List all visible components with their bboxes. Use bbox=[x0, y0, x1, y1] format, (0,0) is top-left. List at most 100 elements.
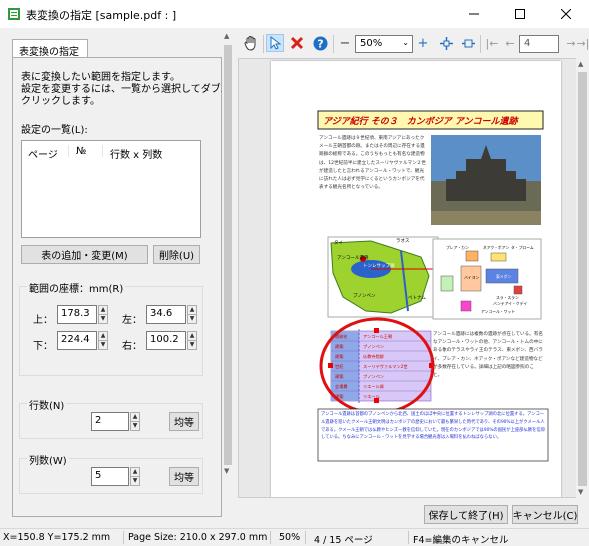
document-viewer[interactable]: アジア紀行 その３ カンボジア アンコール遺跡 アンコール遺跡は９世紀頃、東南ア… bbox=[238, 58, 577, 498]
down-arrow-icon[interactable]: ▼ bbox=[99, 315, 107, 324]
svg-text:トンレサップ湖: トンレサップ湖 bbox=[363, 262, 395, 269]
bottom-coord-spinner[interactable]: ▲ ▼ bbox=[98, 331, 108, 350]
select-tool-button[interactable] bbox=[266, 34, 284, 52]
pdf-page[interactable]: アジア紀行 その３ カンボジア アンコール遺跡 アンコール遺跡は９世紀頃、東南ア… bbox=[271, 61, 561, 497]
plus-icon: + bbox=[417, 35, 429, 51]
window-title: 表変換の指定 [sample.pdf : ] bbox=[26, 9, 177, 22]
bottom-label: 下： bbox=[33, 341, 53, 352]
left-panel-scrollbar[interactable]: ▲ ▼ bbox=[222, 30, 234, 475]
svg-text:バンテアイ・クデイ: バンテアイ・クデイ bbox=[493, 301, 527, 306]
close-button[interactable] bbox=[543, 0, 589, 28]
cols-input[interactable]: 5 bbox=[91, 467, 129, 486]
svg-text:バイヨン: バイヨン bbox=[464, 275, 479, 280]
fit-page-icon bbox=[439, 36, 453, 50]
column-header-number[interactable]: № bbox=[76, 146, 86, 157]
up-arrow-icon[interactable]: ▲ bbox=[131, 413, 139, 422]
prev-page-button[interactable]: ← bbox=[501, 34, 519, 52]
up-arrow-icon[interactable]: ▲ bbox=[188, 306, 196, 315]
svg-text:ネアク・ポアン: ネアク・ポアン bbox=[483, 245, 509, 250]
last-page-button[interactable]: →| bbox=[574, 34, 589, 52]
status-zoom: 50% bbox=[279, 532, 301, 543]
status-bar: X=150.8 Y=175.2 mm Page Size: 210.0 x 29… bbox=[0, 528, 589, 546]
last-page-icon: →| bbox=[576, 36, 589, 50]
zoom-out-button[interactable]: − bbox=[336, 34, 354, 52]
down-arrow-icon[interactable]: ▼ bbox=[99, 341, 107, 350]
cursor-arrow-icon bbox=[270, 36, 282, 50]
svg-text:建築: 建築 bbox=[335, 353, 344, 360]
svg-text:アンコール・ワット: アンコール・ワット bbox=[481, 309, 515, 314]
top-label: 上： bbox=[33, 315, 53, 326]
scroll-up-icon[interactable]: ▲ bbox=[224, 32, 232, 40]
down-arrow-icon[interactable]: ▼ bbox=[188, 341, 196, 350]
close-icon bbox=[561, 9, 571, 19]
help-button[interactable]: ? bbox=[311, 34, 329, 52]
first-page-button[interactable]: |← bbox=[483, 34, 501, 52]
cols-equalize-button[interactable]: 均等 bbox=[169, 467, 199, 486]
hand-tool-button[interactable] bbox=[242, 34, 260, 52]
svg-text:タ・プローム: タ・プローム bbox=[511, 245, 534, 250]
status-separator bbox=[123, 531, 124, 544]
up-arrow-icon[interactable]: ▲ bbox=[131, 468, 139, 477]
fit-width-button[interactable] bbox=[459, 34, 477, 52]
rows-input[interactable]: 2 bbox=[91, 412, 129, 431]
settings-list[interactable]: ページ № 行数 x 列数 bbox=[21, 140, 201, 238]
column-header-rows-cols[interactable]: 行数 x 列数 bbox=[110, 146, 162, 161]
maximize-button[interactable] bbox=[497, 0, 543, 28]
toolbar-separator bbox=[333, 35, 334, 53]
cancel-button[interactable]: キャンセル(C) bbox=[512, 505, 578, 524]
zoom-select[interactable]: 50% ⌄ bbox=[355, 35, 413, 53]
toolbar-separator bbox=[480, 35, 481, 53]
zoom-value: 50% bbox=[360, 38, 383, 49]
rows-equalize-button[interactable]: 均等 bbox=[169, 412, 199, 431]
up-arrow-icon[interactable]: ▲ bbox=[188, 332, 196, 341]
down-arrow-icon[interactable]: ▼ bbox=[131, 477, 139, 486]
bottom-coord-input[interactable]: 224.4 bbox=[57, 331, 97, 350]
fit-page-button[interactable] bbox=[437, 34, 455, 52]
add-change-table-button[interactable]: 表の追加・変更(M) bbox=[21, 245, 148, 264]
toolbar-separator bbox=[263, 35, 264, 53]
prev-page-icon: ← bbox=[505, 36, 515, 50]
down-arrow-icon[interactable]: ▼ bbox=[188, 315, 196, 324]
settings-list-label: 設定の一覧(L): bbox=[21, 125, 88, 136]
page-number-input[interactable]: 4 bbox=[519, 35, 559, 53]
right-coord-spinner[interactable]: ▲ ▼ bbox=[187, 331, 197, 350]
svg-text:建築: 建築 bbox=[335, 373, 344, 380]
scroll-down-icon[interactable]: ▼ bbox=[578, 488, 583, 496]
scroll-thumb[interactable] bbox=[578, 72, 587, 486]
left-coord-input[interactable]: 34.6 bbox=[146, 305, 186, 324]
left-label: 左： bbox=[122, 315, 142, 326]
down-arrow-icon[interactable]: ▼ bbox=[131, 422, 139, 431]
status-separator bbox=[305, 531, 306, 544]
tab-panel: 表に変換したい範囲を指定します。 設定を変更するには、一覧から選択してダブル ク… bbox=[12, 57, 231, 517]
zoom-in-button[interactable]: + bbox=[414, 34, 432, 52]
up-arrow-icon[interactable]: ▲ bbox=[99, 306, 107, 315]
rows-spinner[interactable]: ▲ ▼ bbox=[130, 412, 140, 431]
document-scrollbar[interactable]: ▲ ▼ bbox=[576, 58, 589, 498]
cols-spinner[interactable]: ▲ ▼ bbox=[130, 467, 140, 486]
maximize-icon bbox=[515, 9, 525, 19]
coords-label: 範囲の座標：mm(R) bbox=[27, 280, 126, 295]
body-paragraph: アンコール遺跡は９世紀頃、東南アジアにあったクメール王朝首都の跡。またはその周辺… bbox=[319, 136, 426, 191]
up-arrow-icon[interactable]: ▲ bbox=[99, 332, 107, 341]
right-coord-input[interactable]: 100.2 bbox=[146, 331, 186, 350]
column-header-page[interactable]: ページ bbox=[28, 146, 58, 161]
svg-text:タイ: タイ bbox=[334, 239, 343, 246]
first-page-icon: |← bbox=[485, 36, 499, 50]
status-separator bbox=[270, 531, 271, 544]
svg-text:仏教寺院群: 仏教寺院群 bbox=[363, 353, 385, 360]
viewer-toolbar: ? − 50% ⌄ + |← ← 4 → →| bbox=[238, 30, 589, 58]
delete-button[interactable]: 削除(U) bbox=[153, 245, 200, 264]
minimize-button[interactable] bbox=[451, 0, 497, 28]
scroll-up-icon[interactable]: ▲ bbox=[578, 60, 583, 68]
scroll-thumb[interactable] bbox=[224, 45, 232, 465]
left-coord-spinner[interactable]: ▲ ▼ bbox=[187, 305, 197, 324]
instruction-line-3: クリックします。 bbox=[21, 96, 100, 107]
top-coord-spinner[interactable]: ▲ ▼ bbox=[98, 305, 108, 324]
selected-table-region[interactable]: 遺跡名 アンコール王朝 建築 プノンペン 建築 仏教寺院群 世紀 スーリヤヴァルマン2世… bbox=[328, 328, 434, 403]
delete-range-button[interactable] bbox=[288, 34, 306, 52]
tab-table-conversion[interactable]: 表変換の指定 bbox=[12, 39, 88, 58]
top-coord-input[interactable]: 178.3 bbox=[57, 305, 97, 324]
save-and-exit-button[interactable]: 保存して終了(H) bbox=[424, 505, 508, 524]
column-divider bbox=[102, 145, 103, 157]
scroll-down-icon[interactable]: ▼ bbox=[224, 467, 232, 475]
